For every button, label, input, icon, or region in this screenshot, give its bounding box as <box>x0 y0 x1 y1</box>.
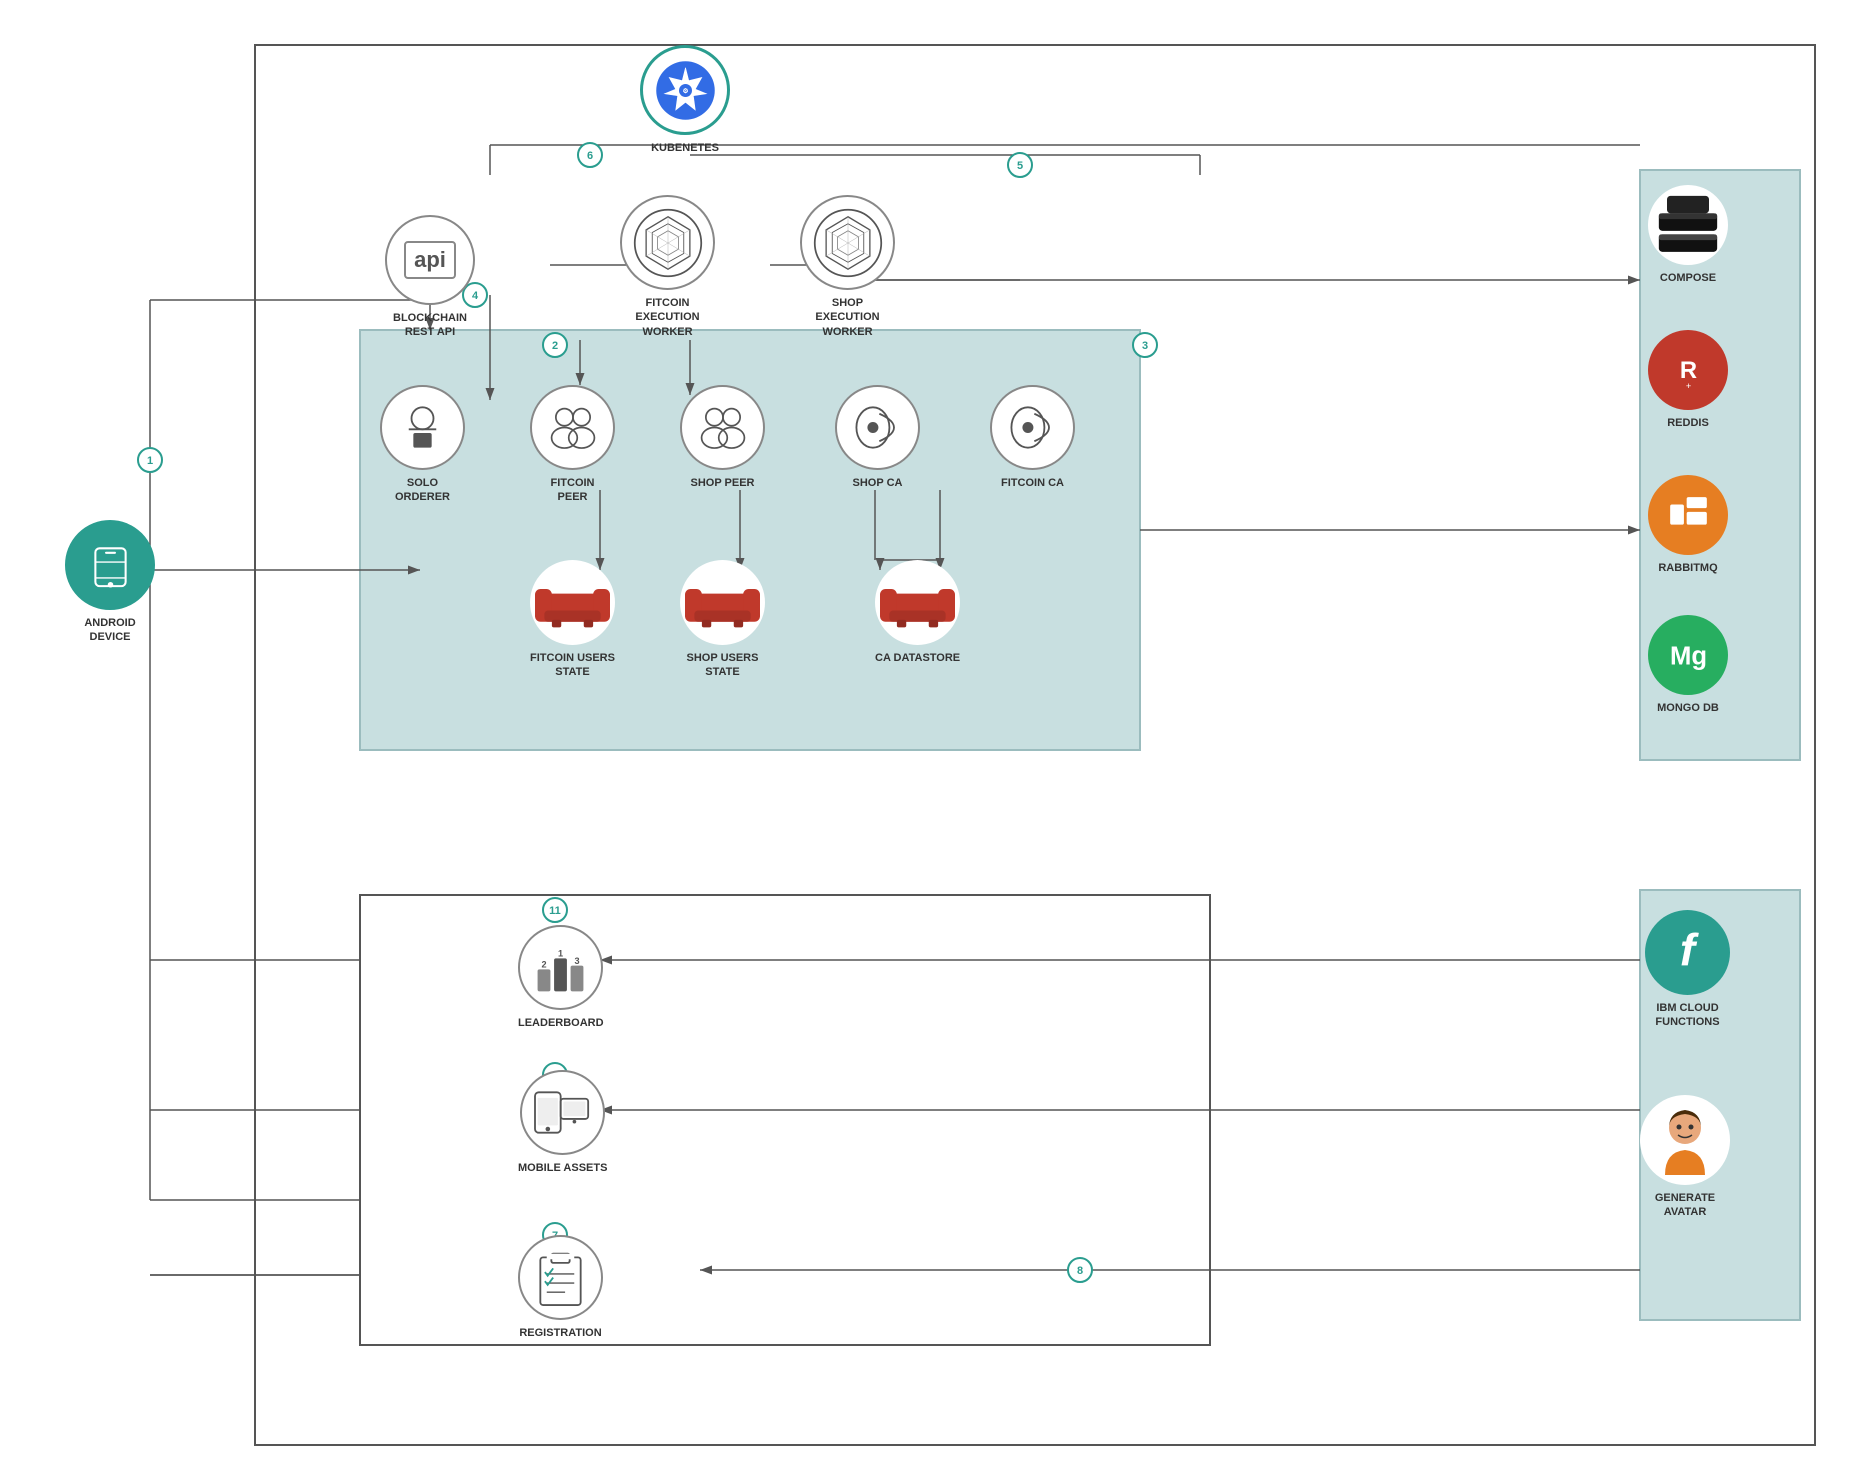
registration-node: REGISTRATION <box>518 1235 603 1340</box>
svg-text:8: 8 <box>1077 1265 1083 1277</box>
fitcoin-state-node: FITCOIN USERS STATE <box>530 560 615 680</box>
svg-text:5: 5 <box>1017 160 1023 172</box>
svg-text:⚙: ⚙ <box>682 87 688 95</box>
solo-orderer-node: SOLO ORDERER <box>380 385 465 505</box>
svg-text:6: 6 <box>587 150 593 162</box>
ibm-functions-node: f IBM CLOUD FUNCTIONS <box>1645 910 1730 1030</box>
shop-worker-node: SHOP EXECUTION WORKER <box>800 195 895 339</box>
rabbitmq-node: RABBITMQ <box>1648 475 1728 575</box>
fitcoin-ca-node: FITCOIN CA <box>990 385 1075 490</box>
fitcoin-worker-node: FITCOIN EXECUTION WORKER <box>620 195 715 339</box>
svg-text:+: + <box>1685 380 1690 390</box>
svg-text:2: 2 <box>552 340 558 352</box>
svg-text:R: R <box>1679 356 1696 383</box>
shop-ca-node: SHOP CA <box>835 385 920 490</box>
ca-datastore-node: CA DATASTORE <box>875 560 960 665</box>
android-node: ANDROID DEVICE <box>65 520 155 645</box>
compose-node: COMPOSE <box>1648 185 1728 285</box>
svg-text:2: 2 <box>542 960 547 970</box>
leaderboard-node: 2 1 3 LEADERBOARD <box>518 925 604 1030</box>
shop-state-node: SHOP USERS STATE <box>680 560 765 680</box>
mobile-assets-node: MOBILE ASSETS <box>518 1070 607 1175</box>
fitcoin-peer-node: FITCOIN PEER <box>530 385 615 505</box>
svg-text:3: 3 <box>575 956 580 966</box>
svg-text:1: 1 <box>558 949 563 959</box>
shop-peer-node: SHOP PEER <box>680 385 765 490</box>
kubernetes-node: ⚙ KUBENETES <box>640 45 730 155</box>
svg-text:11: 11 <box>549 905 561 917</box>
svg-text:f: f <box>1680 925 1699 976</box>
blockchain-api-node: api BLOCKCHAIN REST API <box>385 215 475 340</box>
diagram-container: { "title": "Architecture Diagram", "node… <box>0 0 1863 1477</box>
generate-avatar-node: GENERATE AVATAR <box>1640 1095 1730 1220</box>
redis-node: R + REDDIS <box>1648 330 1728 430</box>
svg-text:Mg: Mg <box>1669 642 1706 670</box>
svg-text:3: 3 <box>1142 340 1148 352</box>
mongodb-node: Mg MONGO DB <box>1648 615 1728 715</box>
svg-text:1: 1 <box>147 455 153 467</box>
